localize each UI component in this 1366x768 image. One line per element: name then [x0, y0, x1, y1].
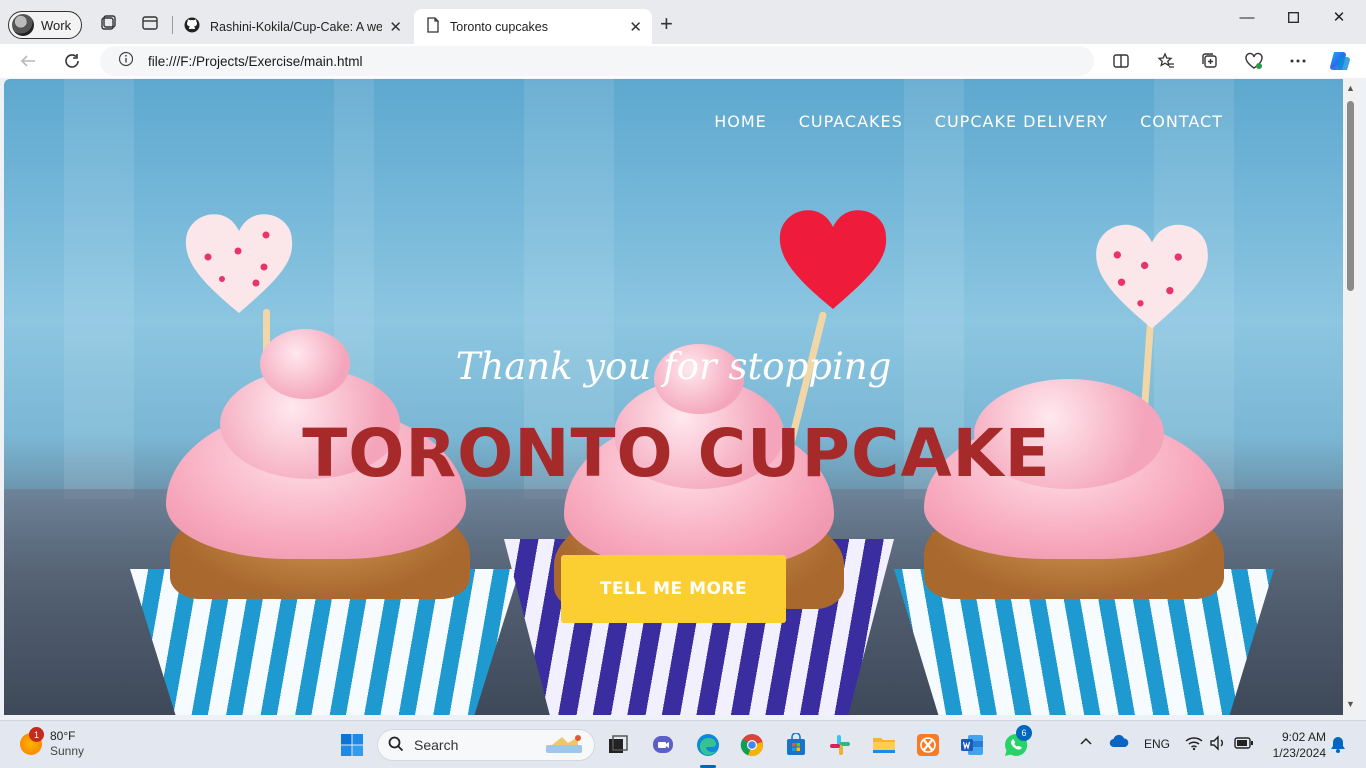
slack-icon[interactable] [826, 731, 854, 759]
sun-icon: 1 [20, 727, 44, 755]
close-window-button[interactable]: ✕ [1316, 6, 1362, 28]
close-tab-icon[interactable]: ✕ [629, 18, 642, 36]
whatsapp-icon[interactable]: 6 [1002, 725, 1032, 759]
maximize-button[interactable] [1270, 6, 1316, 28]
more-options-icon[interactable] [1288, 51, 1308, 71]
word-icon[interactable] [958, 731, 986, 759]
back-icon[interactable] [17, 50, 39, 72]
weather-temperature: 80°F [50, 729, 76, 743]
copilot-icon[interactable] [1328, 49, 1352, 73]
github-icon [184, 17, 200, 36]
windows-start-icon[interactable] [338, 731, 366, 759]
tab-separator [172, 16, 173, 34]
volume-icon[interactable] [1209, 735, 1227, 754]
minimize-button[interactable]: — [1224, 6, 1270, 28]
nav-contact-link[interactable]: CONTACT [1140, 112, 1223, 131]
weather-widget[interactable]: 1 80°F Sunny [20, 727, 85, 759]
task-view-icon[interactable] [604, 731, 632, 759]
edge-icon[interactable] [694, 731, 722, 759]
xampp-icon[interactable] [914, 731, 942, 759]
favorites-icon[interactable] [1156, 51, 1176, 71]
browser-titlebar: Work Rashini-Kokila/Cup-Cake: A web ✕ To… [0, 0, 1366, 44]
wifi-icon[interactable] [1185, 735, 1203, 754]
heart-topper-icon [185, 214, 293, 313]
onedrive-icon[interactable] [1109, 734, 1129, 751]
tell-me-more-button[interactable]: TELL ME MORE [561, 555, 786, 623]
tab-title: Rashini-Kokila/Cup-Cake: A web [210, 19, 382, 34]
file-explorer-icon[interactable] [870, 731, 898, 759]
battery-icon[interactable] [1234, 737, 1254, 752]
nav-cupcakes-link[interactable]: CUPACAKES [799, 112, 903, 131]
heart-topper-icon [779, 210, 887, 309]
nav-home-link[interactable]: HOME [714, 112, 767, 131]
nav-delivery-link[interactable]: CUPCAKE DELIVERY [935, 112, 1108, 131]
site-navigation: HOME CUPACAKES CUPCAKE DELIVERY CONTACT [714, 112, 1223, 131]
search-highlight-icon [544, 733, 586, 758]
tab-github[interactable]: Rashini-Kokila/Cup-Cake: A web ✕ [176, 9, 412, 44]
profile-button[interactable]: Work [8, 11, 82, 39]
scroll-down-icon[interactable]: ▼ [1346, 699, 1355, 709]
address-bar[interactable]: file:///F:/Projects/Exercise/main.html [100, 46, 1094, 76]
page-viewport: HOME CUPACAKES CUPCAKE DELIVERY CONTACT … [4, 79, 1343, 715]
vertical-tabs-icon[interactable] [140, 13, 160, 33]
heart-topper-icon [1096, 224, 1208, 329]
scroll-up-icon[interactable]: ▲ [1346, 83, 1355, 93]
page-scrollbar[interactable]: ▲ ▼ [1343, 79, 1358, 715]
avatar [12, 14, 34, 36]
search-placeholder: Search [414, 737, 459, 753]
search-icon [388, 736, 404, 755]
page-icon [426, 17, 440, 36]
collections-icon[interactable] [1200, 51, 1220, 71]
browser-essentials-icon[interactable] [1244, 51, 1264, 71]
new-tab-button[interactable]: + [660, 13, 673, 35]
refresh-icon[interactable] [61, 50, 83, 72]
workspaces-icon[interactable] [98, 13, 118, 33]
language-indicator[interactable]: ENG [1144, 737, 1170, 751]
profile-label: Work [41, 17, 72, 33]
clock-time: 9:02 AM [1281, 730, 1326, 744]
windows-taskbar: 1 80°F Sunny Search 6 ENG 9:02 AM 1/23/2… [0, 720, 1366, 768]
system-clock[interactable]: 9:02 AM 1/23/2024 [1264, 729, 1326, 761]
scroll-thumb[interactable] [1347, 101, 1354, 291]
teams-meet-icon[interactable] [649, 731, 677, 759]
url-text[interactable]: file:///F:/Projects/Exercise/main.html [148, 54, 363, 69]
notifications-bell-icon[interactable] [1330, 735, 1346, 756]
taskbar-search[interactable]: Search [377, 729, 595, 761]
close-tab-icon[interactable]: ✕ [389, 18, 402, 36]
chrome-icon[interactable] [738, 731, 766, 759]
whatsapp-badge: 6 [1016, 725, 1032, 741]
info-icon[interactable] [118, 51, 134, 72]
split-screen-icon[interactable] [1111, 51, 1131, 71]
weather-badge: 1 [29, 727, 44, 742]
microsoft-store-icon[interactable] [782, 731, 810, 759]
hero-subtitle: Thank you for stopping [455, 345, 892, 388]
browser-toolbar: file:///F:/Projects/Exercise/main.html [0, 44, 1366, 78]
hero-title: TORONTO CUPCAKE [302, 415, 1051, 492]
show-hidden-icons-icon[interactable] [1080, 735, 1092, 749]
clock-date: 1/23/2024 [1272, 746, 1326, 760]
weather-description: Sunny [50, 744, 85, 758]
tab-toronto-cupcakes[interactable]: Toronto cupcakes ✕ [414, 9, 652, 44]
tab-title: Toronto cupcakes [450, 19, 548, 34]
